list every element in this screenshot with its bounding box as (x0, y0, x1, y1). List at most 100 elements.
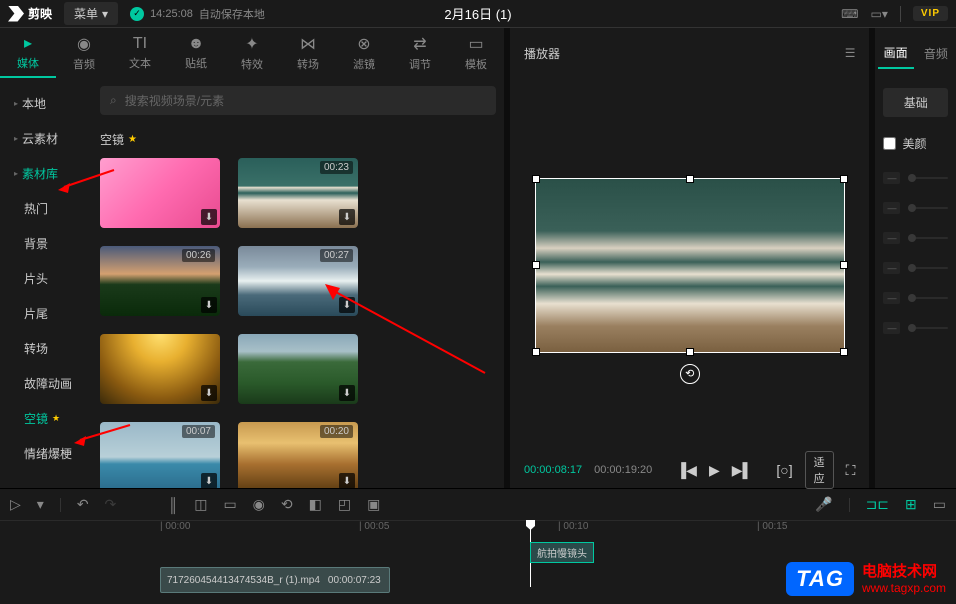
sidebar-item-热门[interactable]: 热门 (0, 191, 92, 226)
preview-icon[interactable]: ▭ (933, 496, 946, 513)
resize-handle-br[interactable] (840, 348, 848, 356)
sidebar-item-背景[interactable]: 背景 (0, 226, 92, 261)
split-icon[interactable]: ║ (168, 497, 178, 513)
slider-row: — (883, 322, 948, 334)
rotate-icon[interactable]: ⟲ (680, 364, 700, 384)
download-icon[interactable]: ⬇ (339, 297, 355, 313)
tool-tab-特效[interactable]: ✦特效 (224, 28, 280, 78)
download-icon[interactable]: ⬇ (201, 297, 217, 313)
asset-thumb[interactable]: 00:26⬇ (100, 246, 220, 316)
crop-icon[interactable]: ◰ (338, 496, 351, 513)
tool-label: 模板 (465, 56, 487, 72)
chevron-down-icon[interactable]: ▾ (37, 496, 44, 513)
topbar: 剪映 菜单 ▾ ✓ 14:25:08 自动保存本地 2月16日 (1) ⌨ ▭▾… (0, 0, 956, 28)
download-icon[interactable]: ⬇ (339, 385, 355, 401)
tool-icon: ▸ (24, 33, 32, 53)
resize-handle-lm[interactable] (532, 261, 540, 269)
mirror-icon[interactable]: ◧ (309, 496, 322, 513)
tool-tabs: ▸ 媒体 ◉音频TI文本☻贴纸✦特效⋈转场⊗滤镜⇄调节▭模板 (0, 28, 504, 78)
beauty-label: 美颜 (902, 135, 926, 152)
asset-area: ⌕ 搜索视频场景/元素 空镜 ★ ⬇00:23⬇00:26⬇00:27⬇⬇⬇00… (92, 78, 504, 488)
sidebar-item-云素材[interactable]: 云素材 (0, 121, 92, 156)
next-frame-icon[interactable]: ▶▌ (732, 462, 753, 479)
asset-thumb[interactable]: 00:20⬇ (238, 422, 358, 488)
logo-icon (8, 6, 24, 22)
timeline-ruler[interactable]: | 00:00| 00:05| 00:10| 00:15 (0, 521, 956, 539)
sidebar-item-本地[interactable]: 本地 (0, 86, 92, 121)
resize-handle-rm[interactable] (840, 261, 848, 269)
link-icon[interactable]: ⊞ (905, 496, 917, 513)
reverse-icon[interactable]: ⟲ (281, 496, 293, 513)
tab-audio[interactable]: 音频 (918, 39, 954, 68)
section-title-text: 空镜 (100, 131, 124, 148)
layout-icon[interactable]: ▭▾ (871, 7, 888, 21)
tool-tab-文本[interactable]: TI文本 (112, 28, 168, 78)
download-icon[interactable]: ⬇ (339, 473, 355, 488)
delete-left-icon[interactable]: ◫ (194, 496, 207, 513)
sidebar-label: 片尾 (24, 305, 48, 322)
resize-handle-tm[interactable] (686, 175, 694, 183)
video-frame[interactable]: ⟲ (535, 178, 845, 353)
asset-thumb[interactable]: ⬇ (100, 334, 220, 404)
player-panel: 播放器 ☰ ⟲ 00:00:08:17 00:00:19:20 ▐◀ ▶ ▶▌ (510, 28, 869, 488)
beauty-checkbox[interactable] (883, 137, 896, 150)
resize-handle-bl[interactable] (532, 348, 540, 356)
player-viewport[interactable]: ⟲ (510, 78, 869, 452)
tool-tab-贴纸[interactable]: ☻贴纸 (168, 28, 224, 78)
sidebar-label: 转场 (24, 340, 48, 357)
download-icon[interactable]: ⬇ (339, 209, 355, 225)
fit-button[interactable]: 适应 (805, 451, 834, 489)
sidebar-item-素材库[interactable]: 素材库 (0, 156, 92, 191)
ratio-icon[interactable]: [○] (776, 462, 792, 478)
sidebar-item-空镜[interactable]: 空镜★ (0, 401, 92, 436)
tool-tab-模板[interactable]: ▭模板 (448, 28, 504, 78)
download-icon[interactable]: ⬇ (201, 473, 217, 488)
resize-handle-tr[interactable] (840, 175, 848, 183)
vip-badge[interactable]: VIP (913, 6, 948, 21)
asset-duration: 00:07 (182, 425, 215, 438)
mic-icon[interactable]: 🎤 (815, 496, 832, 513)
pointer-icon[interactable]: ▷ (10, 496, 21, 513)
delete-right-icon[interactable]: ▭ (223, 496, 236, 513)
asset-thumb[interactable]: 00:27⬇ (238, 246, 358, 316)
sidebar-item-情绪爆梗[interactable]: 情绪爆梗 (0, 436, 92, 471)
magnet-icon[interactable]: ⊐⊏ (866, 496, 889, 513)
search-icon: ⌕ (110, 93, 117, 108)
tab-picture[interactable]: 画面 (878, 38, 914, 69)
download-icon[interactable]: ⬇ (201, 209, 217, 225)
basic-section[interactable]: 基础 (883, 88, 948, 117)
tool-label: 媒体 (17, 55, 39, 71)
search-input[interactable]: ⌕ 搜索视频场景/元素 (100, 86, 496, 115)
resize-handle-bm[interactable] (686, 348, 694, 356)
watermark-title: 电脑技术网 (862, 563, 946, 581)
asset-thumb[interactable]: ⬇ (100, 158, 220, 228)
sidebar-item-片尾[interactable]: 片尾 (0, 296, 92, 331)
chevron-down-icon: ▾ (102, 7, 108, 21)
sidebar-item-转场[interactable]: 转场 (0, 331, 92, 366)
sidebar-item-片头[interactable]: 片头 (0, 261, 92, 296)
speed-icon[interactable]: ◉ (253, 496, 265, 513)
player-menu-icon[interactable]: ☰ (845, 46, 856, 60)
tool-label: 滤镜 (353, 56, 375, 72)
undo-icon[interactable]: ↶ (77, 496, 89, 513)
resize-handle-tl[interactable] (532, 175, 540, 183)
tool-tab-调节[interactable]: ⇄调节 (392, 28, 448, 78)
tool-tab-滤镜[interactable]: ⊗滤镜 (336, 28, 392, 78)
asset-thumb[interactable]: 00:23⬇ (238, 158, 358, 228)
play-icon[interactable]: ▶ (709, 462, 720, 479)
tool-tab-音频[interactable]: ◉音频 (56, 28, 112, 78)
fullscreen-icon[interactable]: ⛶ (846, 462, 856, 479)
clip-tag[interactable]: 航拍慢镜头 (530, 542, 594, 563)
sidebar-item-故障动画[interactable]: 故障动画 (0, 366, 92, 401)
download-icon[interactable]: ⬇ (201, 385, 217, 401)
freeze-icon[interactable]: ▣ (367, 496, 380, 513)
keyboard-icon[interactable]: ⌨ (841, 7, 858, 21)
asset-thumb[interactable]: ⬇ (238, 334, 358, 404)
asset-thumb[interactable]: 00:07 ⬇ (100, 422, 220, 488)
tool-tab-媒体[interactable]: ▸ 媒体 (0, 28, 56, 78)
prev-frame-icon[interactable]: ▐◀ (676, 462, 697, 479)
tool-tab-转场[interactable]: ⋈转场 (280, 28, 336, 78)
redo-icon[interactable]: ↷ (105, 496, 117, 513)
video-clip[interactable]: 717260454413474534B_r (1).mp4 00:00:07:2… (160, 567, 390, 593)
menu-button[interactable]: 菜单 ▾ (64, 2, 118, 25)
